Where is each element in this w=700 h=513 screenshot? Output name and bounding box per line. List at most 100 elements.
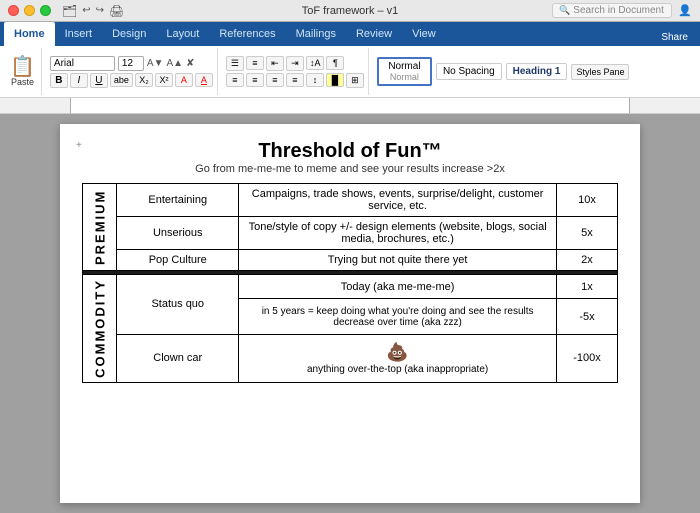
- show-formatting-button[interactable]: ¶: [326, 56, 344, 70]
- toolbar-icon-2: ↩: [82, 5, 90, 16]
- ribbon-tabs: Home Insert Design Layout References Mai…: [0, 22, 700, 46]
- tab-view[interactable]: View: [402, 22, 446, 46]
- unserious-multiplier: 5x: [556, 217, 617, 250]
- share-button[interactable]: Share: [653, 29, 696, 46]
- toolbar-icon-4: 🖨: [109, 4, 124, 18]
- ribbon-toolbar: 📋 Paste A▼ A▲ ✘ B I U abe X₂ X² A A: [0, 46, 700, 98]
- document-title: ToF framework – v1: [302, 5, 399, 17]
- align-right-button[interactable]: ≡: [266, 73, 284, 87]
- shading-button[interactable]: █: [326, 73, 344, 87]
- premium-row-1: PREMIUM Entertaining Campaigns, trade sh…: [83, 184, 618, 217]
- premium-label: PREMIUM: [83, 184, 117, 271]
- poop-emoji: 💩: [245, 342, 550, 364]
- tab-home[interactable]: Home: [4, 22, 55, 46]
- search-bar[interactable]: 🔍 Search in Document: [552, 3, 672, 18]
- border-button[interactable]: ⊞: [346, 73, 364, 88]
- font-group: A▼ A▲ ✘ B I U abe X₂ X² A A: [46, 48, 218, 95]
- unserious-description: Tone/style of copy +/- design elements (…: [239, 217, 557, 250]
- popculture-description: Trying but not quite there yet: [239, 250, 557, 271]
- clear-format-icon: ✘: [186, 58, 194, 69]
- italic-button[interactable]: I: [70, 73, 88, 88]
- font-selector[interactable]: [50, 56, 115, 71]
- highlight-button[interactable]: A: [175, 73, 193, 87]
- paste-group: 📋 Paste: [4, 48, 42, 95]
- increase-indent-button[interactable]: ⇥: [286, 56, 304, 71]
- tab-insert[interactable]: Insert: [55, 22, 103, 46]
- font-size-input[interactable]: [118, 56, 144, 71]
- document-page: + Threshold of Fun™ Go from me-me-me to …: [60, 124, 640, 503]
- ruler-inner: [70, 98, 630, 113]
- paragraph-group: ☰ ≡ ⇤ ⇥ ↕A ¶ ≡ ≡ ≡ ≡ ↕ █ ⊞: [222, 48, 369, 95]
- premium-row-3: Pop Culture Trying but not quite there y…: [83, 250, 618, 271]
- document-subtitle: Go from me-me-me to meme and see your re…: [82, 163, 618, 175]
- style-no-spacing[interactable]: No Spacing: [436, 63, 502, 80]
- decrease-font-icon[interactable]: A▼: [147, 58, 164, 69]
- status-quo-description-2: in 5 years = keep doing what you're doin…: [239, 299, 557, 335]
- user-icon: 👤: [678, 4, 692, 17]
- tab-mailings[interactable]: Mailings: [286, 22, 346, 46]
- toolbar-icon-3: ↪: [96, 5, 104, 16]
- commodity-section: COMMODITY Status quo Today (aka me-me-me…: [83, 275, 618, 383]
- premium-row-2: Unserious Tone/style of copy +/- design …: [83, 217, 618, 250]
- increase-font-icon[interactable]: A▲: [166, 58, 183, 69]
- align-left-button[interactable]: ≡: [226, 73, 244, 87]
- style-heading-label: Heading 1: [513, 66, 561, 77]
- ruler: [0, 98, 700, 114]
- unserious-category: Unserious: [117, 217, 239, 250]
- document-title: Threshold of Fun™: [82, 140, 618, 163]
- style-no-spacing-label: No Spacing: [443, 66, 495, 77]
- status-quo-category: Status quo: [117, 275, 239, 335]
- entertaining-description: Campaigns, trade shows, events, surprise…: [239, 184, 557, 217]
- tab-references[interactable]: References: [209, 22, 285, 46]
- clowncar-description-text: anything over-the-top (aka inappropriate…: [245, 364, 550, 375]
- tab-review[interactable]: Review: [346, 22, 402, 46]
- style-normal[interactable]: Normal Normal: [377, 57, 432, 86]
- align-center-button[interactable]: ≡: [246, 73, 264, 87]
- strikethrough-button[interactable]: abe: [110, 73, 133, 87]
- status-quo-multiplier-2: -5x: [556, 299, 617, 335]
- bullets-button[interactable]: ☰: [226, 56, 244, 71]
- clowncar-multiplier: -100x: [556, 334, 617, 382]
- entertaining-multiplier: 10x: [556, 184, 617, 217]
- page-cursor: +: [76, 140, 82, 151]
- window-controls: 🗂 ↩ ↪ 🖨: [8, 4, 124, 18]
- popculture-category: Pop Culture: [117, 250, 239, 271]
- commodity-label: COMMODITY: [83, 275, 117, 383]
- font-color-button[interactable]: A: [195, 73, 213, 87]
- sort-button[interactable]: ↕A: [306, 56, 325, 70]
- superscript-button[interactable]: X²: [155, 73, 173, 87]
- bold-button[interactable]: B: [50, 73, 68, 88]
- toolbar-icon-1: 🗂: [62, 4, 77, 18]
- title-bar: 🗂 ↩ ↪ 🖨 ToF framework – v1 🔍 Search in D…: [0, 0, 700, 22]
- justify-button[interactable]: ≡: [286, 73, 304, 87]
- clowncar-description: 💩 anything over-the-top (aka inappropria…: [239, 334, 557, 382]
- style-normal-label: Normal: [385, 61, 424, 72]
- styles-pane-button[interactable]: Styles Pane: [571, 64, 629, 80]
- decrease-indent-button[interactable]: ⇤: [266, 56, 284, 71]
- clowncar-category: Clown car: [117, 334, 239, 382]
- paste-label[interactable]: Paste: [11, 77, 34, 87]
- tab-layout[interactable]: Layout: [156, 22, 209, 46]
- commodity-row-1: COMMODITY Status quo Today (aka me-me-me…: [83, 275, 618, 299]
- numbering-button[interactable]: ≡: [246, 56, 264, 70]
- minimize-button[interactable]: [24, 5, 35, 16]
- status-quo-description-1: Today (aka me-me-me): [239, 275, 557, 299]
- tab-design[interactable]: Design: [102, 22, 156, 46]
- subscript-button[interactable]: X₂: [135, 73, 153, 87]
- tof-table: PREMIUM Entertaining Campaigns, trade sh…: [82, 183, 618, 383]
- paste-icon: 📋: [10, 57, 35, 77]
- underline-button[interactable]: U: [90, 73, 108, 88]
- style-normal-sublabel: Normal: [385, 72, 424, 82]
- maximize-button[interactable]: [40, 5, 51, 16]
- title-bar-right: 🔍 Search in Document 👤: [552, 3, 692, 18]
- popculture-multiplier: 2x: [556, 250, 617, 271]
- close-button[interactable]: [8, 5, 19, 16]
- style-heading1[interactable]: Heading 1: [506, 63, 568, 80]
- styles-group: Normal Normal No Spacing Heading 1 Style…: [373, 48, 634, 95]
- status-quo-multiplier-1: 1x: [556, 275, 617, 299]
- commodity-row-3: Clown car 💩 anything over-the-top (aka i…: [83, 334, 618, 382]
- entertaining-category: Entertaining: [117, 184, 239, 217]
- document-area: + Threshold of Fun™ Go from me-me-me to …: [0, 114, 700, 513]
- line-spacing-button[interactable]: ↕: [306, 73, 324, 87]
- premium-section: PREMIUM Entertaining Campaigns, trade sh…: [83, 184, 618, 271]
